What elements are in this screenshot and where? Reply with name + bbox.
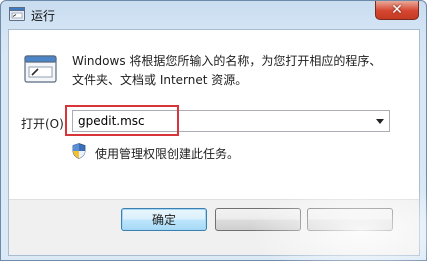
- ok-button[interactable]: 确定: [121, 208, 207, 231]
- run-app-icon: [9, 7, 25, 21]
- open-label: 打开(O):: [21, 117, 68, 131]
- run-icon: [24, 55, 57, 83]
- browse-button[interactable]: [307, 208, 393, 231]
- close-button[interactable]: ✕: [375, 1, 419, 20]
- window-title: 运行: [31, 9, 56, 23]
- shield-icon: [72, 143, 86, 159]
- chevron-down-icon[interactable]: [376, 119, 384, 124]
- description-line-1: Windows 将根据您所输入的名称，为您打开相应的程序、: [72, 54, 382, 68]
- description-line-2: 文件夹、文档或 Internet 资源。: [72, 73, 248, 87]
- open-combobox[interactable]: gpedit.msc: [72, 110, 390, 132]
- cancel-button[interactable]: [215, 208, 301, 231]
- dialog-body: Windows 将根据您所输入的名称，为您打开相应的程序、 文件夹、文档或 In…: [8, 29, 420, 256]
- title-bar[interactable]: 运行 ✕: [1, 1, 426, 29]
- open-input-value[interactable]: gpedit.msc: [78, 114, 145, 128]
- admin-privilege-note: 使用管理权限创建此任务。: [95, 147, 240, 161]
- description-text: Windows 将根据您所输入的名称，为您打开相应的程序、 文件夹、文档或 In…: [72, 52, 402, 90]
- run-dialog: 运行 ✕ Windows 将根据您所输入的名称，为您打开相应的程序、 文件夹、文…: [0, 0, 427, 262]
- close-icon: ✕: [391, 2, 403, 18]
